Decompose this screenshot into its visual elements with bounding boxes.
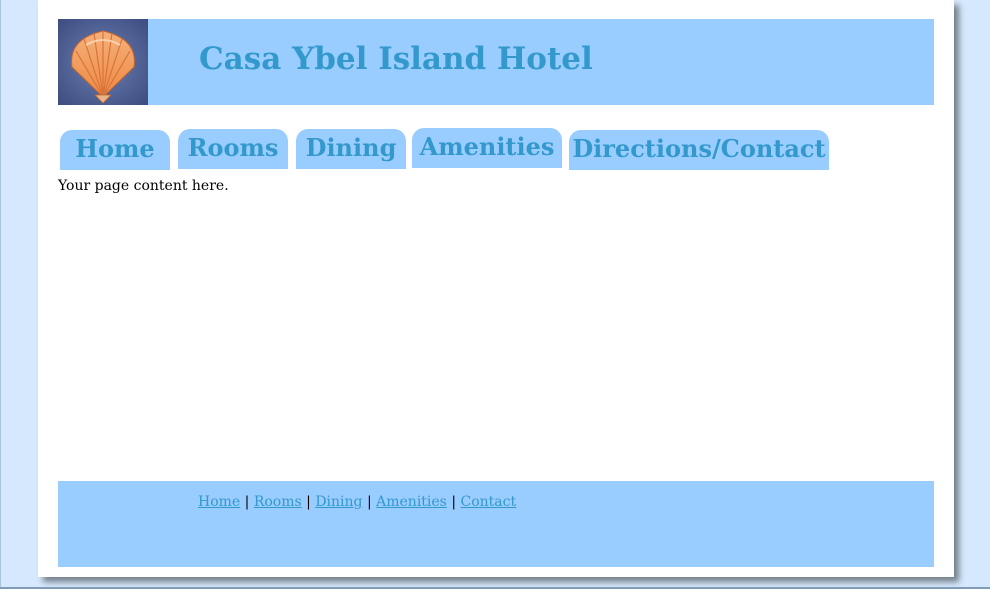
page-container: Casa Ybel Island Hotel Home Rooms Dining… [38,0,954,577]
footer-link-rooms[interactable]: Rooms [254,494,302,510]
main-nav: Home Rooms Dining Amenities Directions/C… [58,128,934,170]
site-title: Casa Ybel Island Hotel [199,41,593,77]
tab-rooms[interactable]: Rooms [178,129,288,169]
footer-separator: | [366,494,372,510]
footer-link-home[interactable]: Home [198,494,240,510]
site-footer: Home | Rooms | Dining | Amenities | Cont… [58,481,934,567]
page-content: Your page content here. [58,178,229,194]
footer-separator: | [306,494,311,510]
footer-separator: | [244,494,250,510]
tab-amenities[interactable]: Amenities [412,128,562,168]
scallop-shell-icon [58,19,148,105]
footer-links: Home | Rooms | Dining | Amenities | Cont… [198,494,516,510]
tab-dining[interactable]: Dining [296,129,406,169]
footer-link-amenities[interactable]: Amenities [376,494,447,510]
tab-home[interactable]: Home [60,130,170,170]
footer-link-contact[interactable]: Contact [461,494,517,510]
tab-directions-contact[interactable]: Directions/Contact [569,130,829,170]
window-left-border [0,0,1,589]
footer-link-dining[interactable]: Dining [315,494,362,510]
footer-separator: | [451,494,457,510]
site-header: Casa Ybel Island Hotel [58,19,934,105]
